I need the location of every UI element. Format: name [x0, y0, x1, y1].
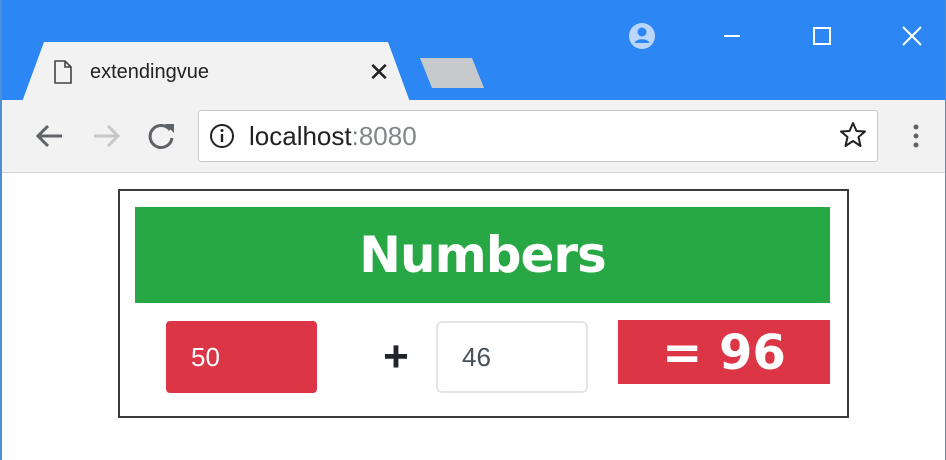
result-display: = 96: [618, 320, 830, 384]
tab-title: extendingvue: [90, 61, 209, 83]
url-text: localhost:8080: [249, 120, 417, 152]
browser-tab[interactable]: [22, 42, 410, 102]
page-icon: [54, 60, 72, 84]
page-title: Numbers: [135, 207, 830, 303]
plus-operator: +: [383, 332, 409, 381]
minimize-icon[interactable]: [712, 16, 752, 56]
info-icon[interactable]: [209, 123, 235, 149]
close-icon[interactable]: [892, 16, 932, 56]
reload-icon[interactable]: [143, 118, 179, 154]
browser-window: extendingvue ✕ localhost:8080 Numbers 50…: [0, 0, 946, 460]
tab-close-icon[interactable]: ✕: [364, 56, 394, 88]
second-number-input[interactable]: [436, 321, 588, 393]
star-icon[interactable]: [838, 120, 868, 150]
url-port: :8080: [351, 121, 417, 151]
account-icon[interactable]: [622, 16, 662, 56]
back-arrow-icon[interactable]: [32, 118, 68, 154]
first-number-input[interactable]: [166, 321, 317, 393]
url-host: localhost: [249, 121, 352, 151]
maximize-icon[interactable]: [802, 16, 842, 56]
forward-arrow-icon[interactable]: [88, 118, 124, 154]
kebab-menu-icon[interactable]: [902, 120, 930, 152]
